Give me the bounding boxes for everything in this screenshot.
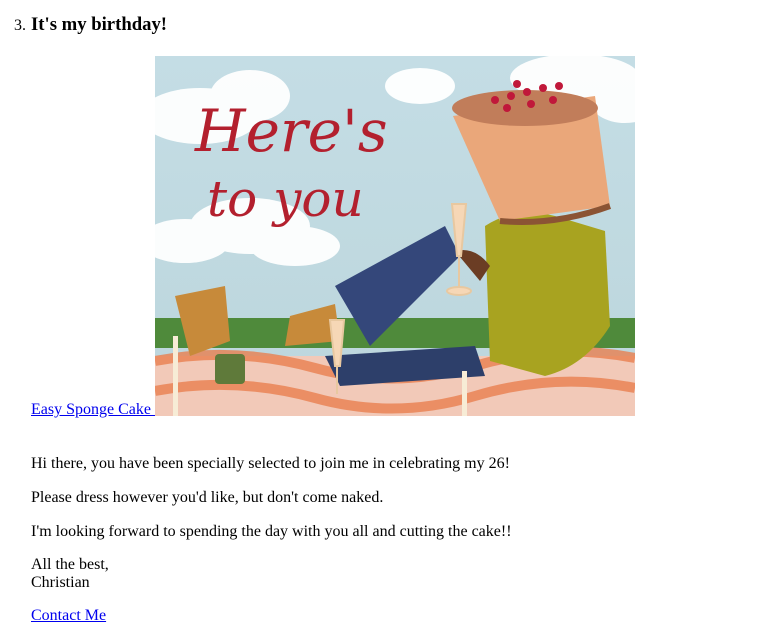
signoff-name: Christian — [31, 574, 90, 591]
candle — [173, 336, 178, 416]
list-number: 3. — [14, 17, 26, 34]
jar — [215, 354, 245, 384]
dress-code-paragraph: Please dress however you'd like, but don… — [31, 489, 384, 506]
invitation-paragraph: Hi there, you have been specially select… — [31, 455, 510, 472]
contact-me-link[interactable]: Contact Me — [31, 607, 106, 625]
caption-line2: to you — [207, 170, 364, 228]
signoff-greeting: All the best, — [31, 556, 109, 573]
signoff: All the best, Christian — [31, 556, 109, 592]
birthday-hero-image[interactable]: Here's to you — [155, 56, 635, 416]
page-title: It's my birthday! — [31, 14, 168, 35]
easy-sponge-cake-link[interactable]: Easy Sponge Cake — [31, 401, 155, 419]
caption-line1: Here's — [194, 97, 388, 165]
anticipation-paragraph: I'm looking forward to spending the day … — [31, 523, 512, 540]
